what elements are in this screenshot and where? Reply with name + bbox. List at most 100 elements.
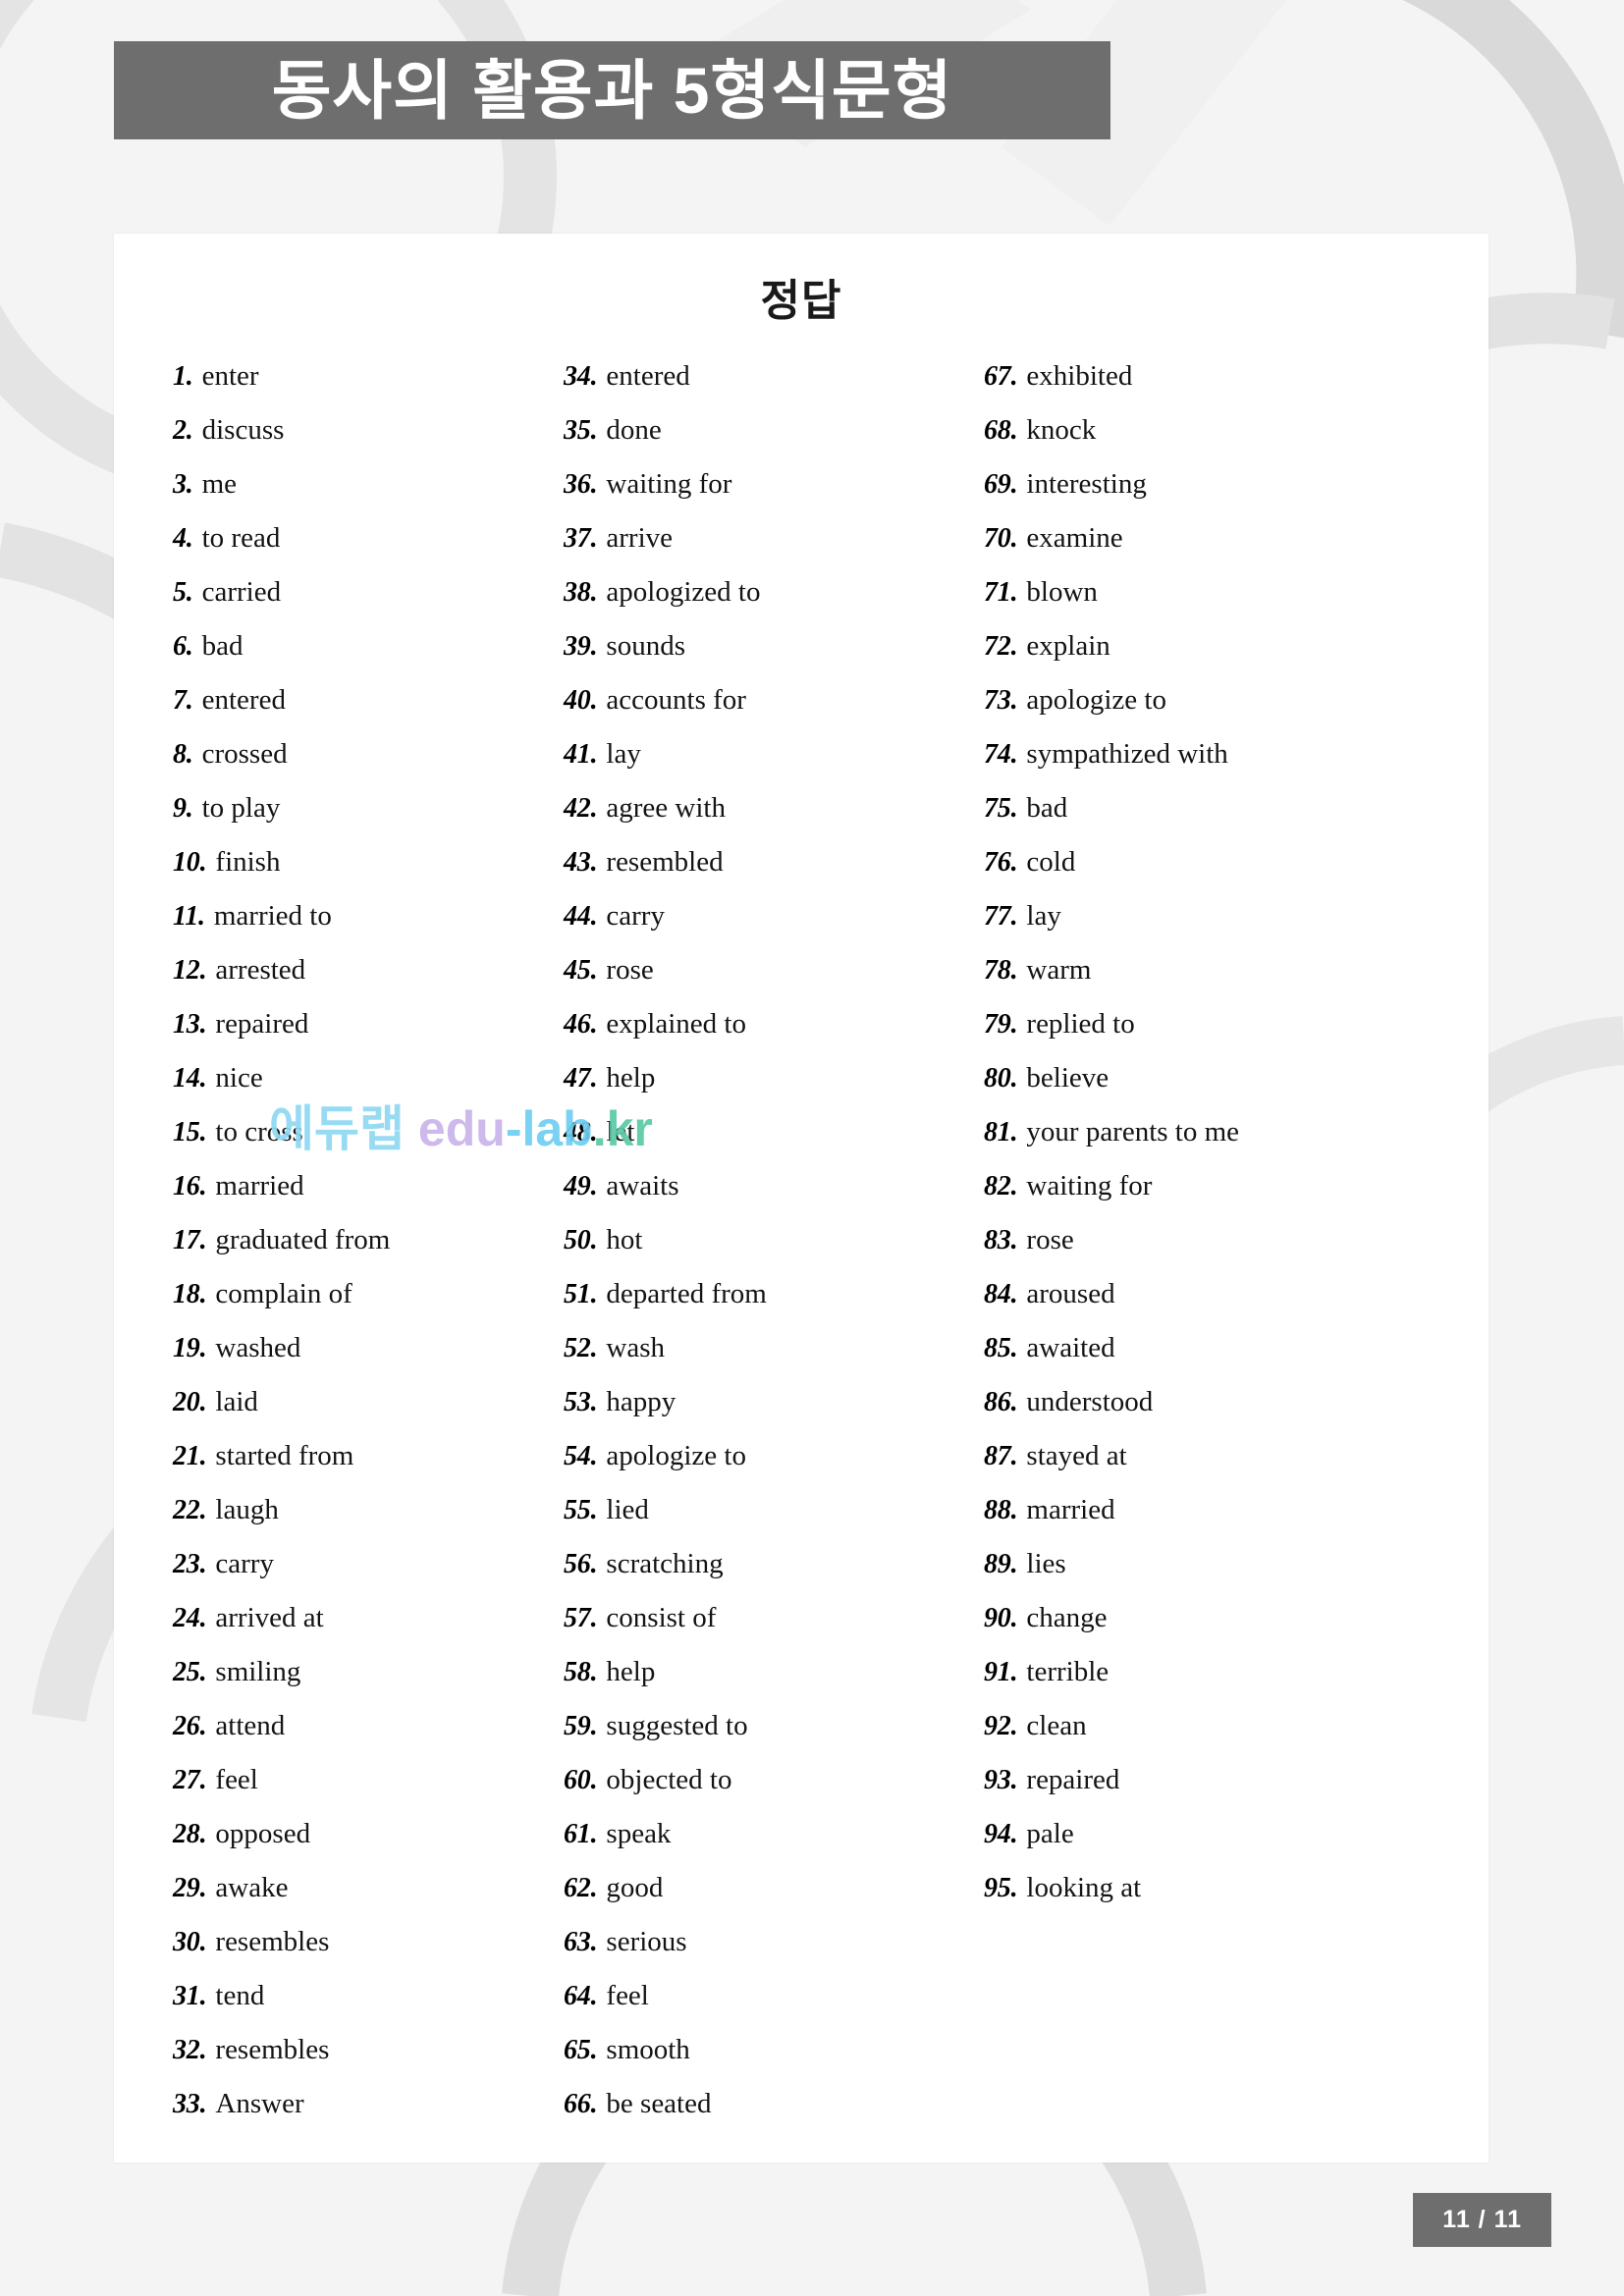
answer-item: 3. me (173, 457, 534, 511)
answer-text: agree with (606, 792, 726, 824)
answer-item: 19. washed (173, 1321, 534, 1375)
answer-number: 46. (564, 1008, 598, 1040)
answer-number: 93. (984, 1764, 1018, 1795)
answer-number: 9. (173, 792, 193, 824)
answer-item: 34. entered (564, 349, 954, 403)
answer-item: 55. lied (564, 1483, 954, 1537)
answer-item: 12. arrested (173, 943, 534, 997)
answer-text: awaited (1026, 1332, 1115, 1363)
answer-item: 79. replied to (984, 997, 1375, 1051)
answer-text: interesting (1026, 468, 1147, 500)
answer-text: sympathized with (1026, 738, 1228, 770)
answer-text: to read (201, 522, 281, 554)
answer-item: 67. exhibited (984, 349, 1375, 403)
answer-item: 93. repaired (984, 1753, 1375, 1807)
answer-column-3: 67. exhibited 68. knock 69. interesting 70. exa… (954, 349, 1375, 2131)
answer-item: 9. to play (173, 781, 534, 835)
answer-item: 10. finish (173, 835, 534, 889)
answer-number: 28. (173, 1818, 207, 1849)
answer-number: 37. (564, 522, 598, 554)
answer-number: 82. (984, 1170, 1018, 1201)
answer-item: 45. rose (564, 943, 954, 997)
answer-number: 92. (984, 1710, 1018, 1741)
answer-item: 72. explain (984, 619, 1375, 673)
answer-text: apologized to (606, 576, 761, 608)
answer-item: 87. stayed at (984, 1429, 1375, 1483)
answer-number: 68. (984, 414, 1018, 446)
answer-number: 95. (984, 1872, 1018, 1903)
answer-item: 25. smiling (173, 1645, 534, 1699)
answer-text: help (606, 1656, 656, 1687)
answer-item: 52. wash (564, 1321, 954, 1375)
answer-item: 81. your parents to me (984, 1105, 1375, 1159)
answer-text: graduated from (215, 1224, 391, 1255)
answer-text: lay (606, 738, 641, 770)
answer-number: 49. (564, 1170, 598, 1201)
answer-text: objected to (606, 1764, 732, 1795)
answer-number: 88. (984, 1494, 1018, 1525)
answer-text: rose (606, 954, 654, 986)
answer-text: looking at (1026, 1872, 1142, 1903)
answer-item: 32. resembles (173, 2023, 534, 2077)
answer-text: tend (215, 1980, 265, 2011)
answer-text: suggested to (606, 1710, 748, 1741)
answer-number: 41. (564, 738, 598, 770)
answer-text: let (606, 1116, 635, 1148)
answer-text: entered (201, 684, 286, 716)
answer-text: to cross (215, 1116, 303, 1148)
answer-number: 69. (984, 468, 1018, 500)
answer-column-1: 1. enter 2. discuss 3. me 4. to read 5. carried 6.… (114, 349, 534, 2131)
answer-text: be seated (606, 2088, 712, 2119)
answer-number: 35. (564, 414, 598, 446)
answer-number: 13. (173, 1008, 207, 1040)
answer-item: 83. rose (984, 1213, 1375, 1267)
answer-item: 8. crossed (173, 727, 534, 781)
answer-text: rose (1026, 1224, 1074, 1255)
answer-number: 86. (984, 1386, 1018, 1417)
answer-item: 27. feel (173, 1753, 534, 1807)
answer-number: 47. (564, 1062, 598, 1094)
answer-text: feel (215, 1764, 258, 1795)
answer-item: 23. carry (173, 1537, 534, 1591)
answer-text: hot (606, 1224, 643, 1255)
answer-text: smooth (606, 2034, 690, 2065)
answer-text: serious (606, 1926, 687, 1957)
answer-number: 94. (984, 1818, 1018, 1849)
answer-text: awaits (606, 1170, 679, 1201)
answer-item: 28. opposed (173, 1807, 534, 1861)
answer-text: laid (215, 1386, 258, 1417)
answer-number: 87. (984, 1440, 1018, 1471)
answer-number: 44. (564, 900, 598, 932)
answer-item: 88. married (984, 1483, 1375, 1537)
answer-number: 34. (564, 360, 598, 392)
answer-number: 26. (173, 1710, 207, 1741)
answer-number: 63. (564, 1926, 598, 1957)
answer-text: smiling (215, 1656, 301, 1687)
answer-section-heading: 정답 (760, 277, 842, 325)
answer-text: cold (1026, 846, 1076, 878)
answer-item: 90. change (984, 1591, 1375, 1645)
answer-number: 6. (173, 630, 193, 662)
answer-text: explain (1026, 630, 1110, 662)
answer-number: 18. (173, 1278, 207, 1309)
answer-number: 27. (173, 1764, 207, 1795)
answer-number: 21. (173, 1440, 207, 1471)
answer-item: 37. arrive (564, 511, 954, 565)
answer-sheet-card: 정답 1. enter 2. discuss 3. me 4. to read 5. carrie… (114, 234, 1489, 2163)
answer-item: 26. attend (173, 1699, 534, 1753)
answer-item: 41. lay (564, 727, 954, 781)
answer-item: 84. aroused (984, 1267, 1375, 1321)
answer-item: 5. carried (173, 565, 534, 619)
answer-item: 48. let (564, 1105, 954, 1159)
answer-item: 20. laid (173, 1375, 534, 1429)
answer-item: 22. laugh (173, 1483, 534, 1537)
answer-text: apologize to (1026, 684, 1166, 716)
answer-text: carry (606, 900, 665, 932)
answer-text: lies (1026, 1548, 1066, 1579)
answer-text: waiting for (1026, 1170, 1153, 1201)
answer-number: 70. (984, 522, 1018, 554)
answer-item: 29. awake (173, 1861, 534, 1915)
answer-number: 19. (173, 1332, 207, 1363)
answer-item: 53. happy (564, 1375, 954, 1429)
answer-number: 76. (984, 846, 1018, 878)
